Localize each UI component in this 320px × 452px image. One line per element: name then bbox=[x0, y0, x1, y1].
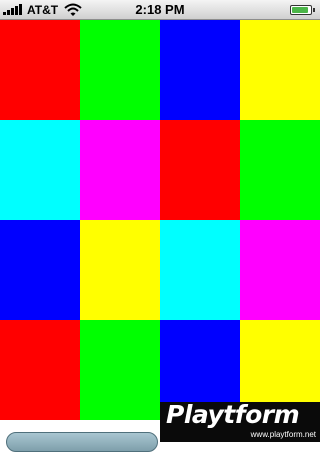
color-grid bbox=[0, 20, 320, 420]
battery-level bbox=[292, 7, 309, 13]
color-tile[interactable] bbox=[160, 220, 240, 320]
color-tile[interactable] bbox=[240, 220, 320, 320]
battery-icon bbox=[290, 5, 312, 15]
battery-tip bbox=[313, 8, 315, 12]
color-tile[interactable] bbox=[160, 120, 240, 220]
status-bar: AT&T 2:18 PM bbox=[0, 0, 320, 20]
color-tile[interactable] bbox=[240, 120, 320, 220]
color-tile[interactable] bbox=[80, 320, 160, 420]
color-tile[interactable] bbox=[80, 220, 160, 320]
color-tile[interactable] bbox=[80, 20, 160, 120]
watermark: Playtform www.playtform.net bbox=[160, 402, 320, 442]
color-tile[interactable] bbox=[240, 20, 320, 120]
color-tile[interactable] bbox=[80, 120, 160, 220]
color-tile[interactable] bbox=[0, 120, 80, 220]
watermark-url: www.playtform.net bbox=[250, 430, 316, 439]
bottom-button[interactable] bbox=[6, 432, 158, 452]
color-tile[interactable] bbox=[160, 20, 240, 120]
color-tile[interactable] bbox=[0, 320, 80, 420]
color-tile[interactable] bbox=[0, 220, 80, 320]
color-tile[interactable] bbox=[0, 20, 80, 120]
watermark-logo: Playtform bbox=[166, 402, 300, 429]
status-time: 2:18 PM bbox=[135, 2, 185, 17]
